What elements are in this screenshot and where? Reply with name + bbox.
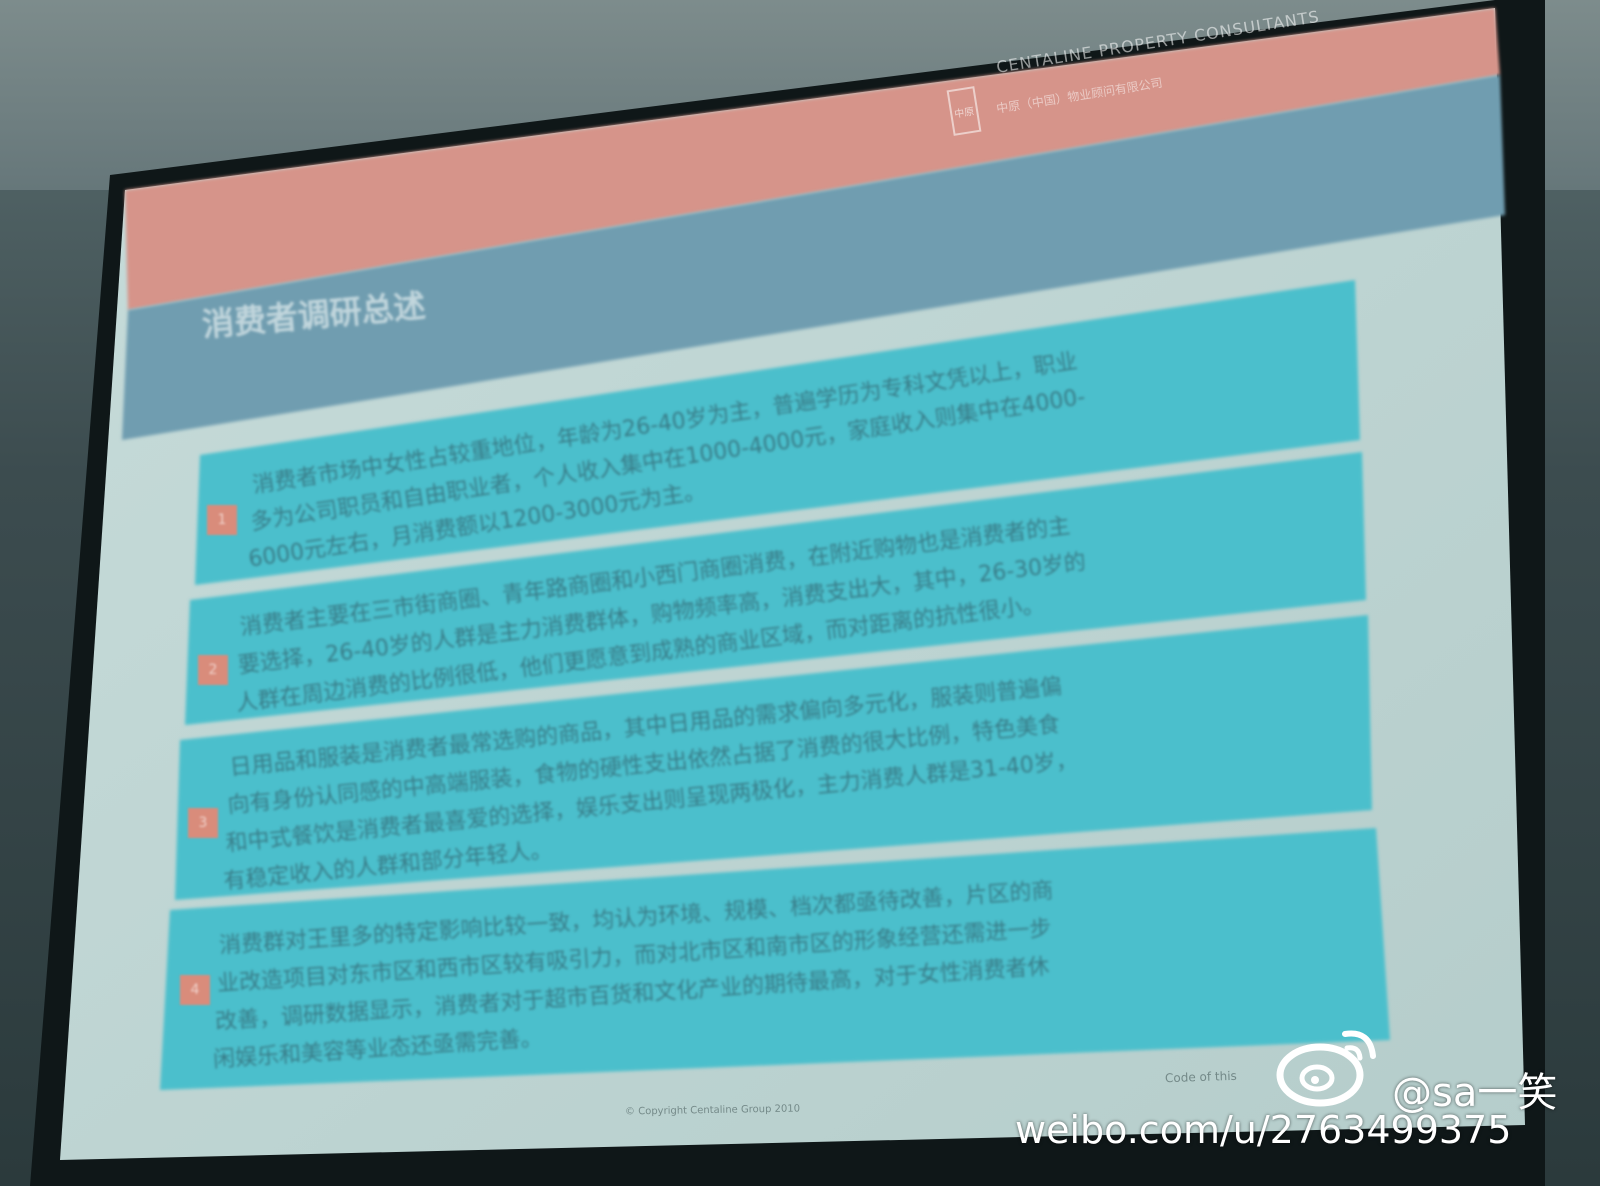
watermark-url: weibo.com/u/2763499375 bbox=[1015, 1108, 1512, 1152]
projection-screen bbox=[30, 0, 1545, 1186]
weibo-icon bbox=[1276, 1030, 1376, 1107]
